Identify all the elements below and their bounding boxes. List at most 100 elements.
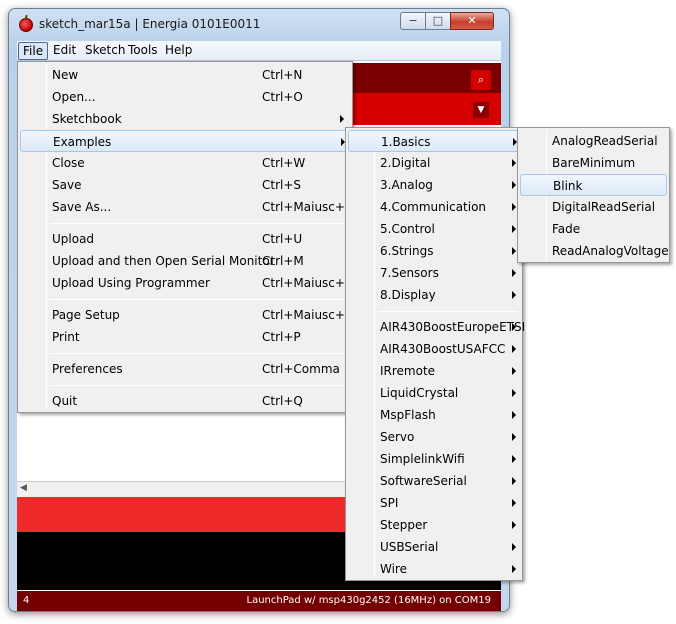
- menu-item-air430-usafcc[interactable]: AIR430BoostUSAFCC: [348, 338, 520, 360]
- menu-item-label: 3.Analog: [380, 178, 433, 192]
- menu-item-bareminimum[interactable]: BareMinimum: [520, 152, 667, 174]
- menu-item-communication[interactable]: 4.Communication: [348, 196, 520, 218]
- menu-item-sensors[interactable]: 7.Sensors: [348, 262, 520, 284]
- menu-item-upload-programmer[interactable]: Upload Using Programmer Ctrl+Maiusc+U: [20, 272, 354, 294]
- menu-separator: [50, 223, 350, 224]
- menu-sketch[interactable]: Sketch: [81, 42, 129, 60]
- examples-submenu: 1.Basics 2.Digital 3.Analog 4.Communicat…: [345, 127, 525, 581]
- submenu-arrow-icon: [340, 115, 344, 123]
- menu-item-strings[interactable]: 6.Strings: [348, 240, 520, 262]
- menu-item-control[interactable]: 5.Control: [348, 218, 520, 240]
- submenu-arrow-icon: [512, 159, 516, 167]
- menu-item-fade[interactable]: Fade: [520, 218, 667, 240]
- menu-item-shortcut: Ctrl+Q: [262, 394, 303, 408]
- menu-item-save[interactable]: Save Ctrl+S: [20, 174, 350, 196]
- menu-item-label: AnalogReadSerial: [552, 134, 658, 148]
- menu-item-blink[interactable]: Blink: [520, 174, 667, 196]
- menu-item-sketchbook[interactable]: Sketchbook: [20, 108, 350, 130]
- menu-bar: File Edit Sketch Tools Help: [17, 41, 501, 61]
- menu-item-mspflash[interactable]: MspFlash: [348, 404, 520, 426]
- menu-item-display[interactable]: 8.Display: [348, 284, 520, 306]
- menu-item-label: MspFlash: [380, 408, 436, 422]
- menu-item-label: SoftwareSerial: [380, 474, 467, 488]
- submenu-arrow-icon: [512, 521, 516, 529]
- scroll-left-icon[interactable]: ◀: [20, 483, 27, 493]
- menu-item-label: 4.Communication: [380, 200, 487, 214]
- menu-item-stepper[interactable]: Stepper: [348, 514, 520, 536]
- submenu-arrow-icon: [512, 247, 516, 255]
- menu-item-save-as[interactable]: Save As... Ctrl+Maiusc+S: [20, 196, 353, 218]
- menu-item-air430-etsi[interactable]: AIR430BoostEuropeETSI: [348, 316, 525, 338]
- menu-item-basics[interactable]: 1.Basics: [348, 130, 520, 152]
- submenu-arrow-icon: [512, 411, 516, 419]
- menu-item-label: Blink: [553, 179, 583, 193]
- menu-item-page-setup[interactable]: Page Setup Ctrl+Maiusc+P: [20, 304, 353, 326]
- menu-item-new[interactable]: New Ctrl+N: [20, 64, 350, 86]
- menu-separator: [50, 353, 350, 354]
- submenu-arrow-icon: [512, 389, 516, 397]
- menu-item-open[interactable]: Open... Ctrl+O: [20, 86, 350, 108]
- submenu-arrow-icon: [512, 499, 516, 507]
- magnifier-icon[interactable]: ⌕: [471, 70, 491, 90]
- menu-separator: [50, 299, 350, 300]
- menu-file[interactable]: File: [18, 42, 49, 60]
- menu-item-label: Examples: [53, 135, 112, 149]
- close-button[interactable]: ✕: [450, 12, 494, 30]
- menu-item-label: SimplelinkWifi: [380, 452, 465, 466]
- menu-item-liquidcrystal[interactable]: LiquidCrystal: [348, 382, 520, 404]
- menu-item-examples[interactable]: Examples: [20, 130, 350, 152]
- menu-item-quit[interactable]: Quit Ctrl+Q: [20, 390, 350, 412]
- menu-item-label: 8.Display: [380, 288, 436, 302]
- menu-item-label: Print: [52, 330, 80, 344]
- menu-item-label: DigitalReadSerial: [552, 200, 656, 214]
- menu-item-label: Sketchbook: [52, 112, 122, 126]
- window-title: sketch_mar15a | Energia 0101E0011: [39, 17, 261, 31]
- menu-item-digitalreadserial[interactable]: DigitalReadSerial: [520, 196, 667, 218]
- menu-item-close[interactable]: Close Ctrl+W: [20, 152, 350, 174]
- menu-item-irremote[interactable]: IRremote: [348, 360, 520, 382]
- menu-edit[interactable]: Edit: [49, 42, 80, 60]
- menu-item-print[interactable]: Print Ctrl+P: [20, 326, 350, 348]
- menu-item-softwareserial[interactable]: SoftwareSerial: [348, 470, 520, 492]
- submenu-arrow-icon: [512, 433, 516, 441]
- submenu-arrow-icon: [512, 565, 516, 573]
- menu-item-upload[interactable]: Upload Ctrl+U: [20, 228, 350, 250]
- menu-item-usbserial[interactable]: USBSerial: [348, 536, 520, 558]
- menu-item-label: SPI: [380, 496, 399, 510]
- minimize-button[interactable]: −: [400, 12, 426, 30]
- menu-item-label: BareMinimum: [552, 156, 636, 170]
- file-menu: New Ctrl+N Open... Ctrl+O Sketchbook Exa…: [17, 61, 354, 413]
- menu-item-shortcut: Ctrl+N: [262, 68, 303, 82]
- menu-item-simplelinkwifi[interactable]: SimplelinkWifi: [348, 448, 520, 470]
- status-bar: 4 LaunchPad w/ msp430g2452 (16MHz) on CO…: [17, 591, 501, 611]
- menu-item-label: Stepper: [380, 518, 428, 532]
- menu-item-readanalogvoltage[interactable]: ReadAnalogVoltage: [520, 240, 669, 262]
- title-bar[interactable]: sketch_mar15a | Energia 0101E0011 − □ ✕: [9, 9, 509, 41]
- menu-item-servo[interactable]: Servo: [348, 426, 520, 448]
- menu-item-label: Open...: [52, 90, 96, 104]
- menu-item-wire[interactable]: Wire: [348, 558, 520, 580]
- menu-item-shortcut: Ctrl+Maiusc+S: [262, 200, 353, 214]
- submenu-arrow-icon: [512, 269, 516, 277]
- triangle-down-icon[interactable]: ▼: [473, 102, 489, 118]
- menu-item-analogreadserial[interactable]: AnalogReadSerial: [520, 130, 667, 152]
- menu-item-label: Upload and then Open Serial Monitor: [52, 254, 275, 268]
- menu-item-label: Wire: [380, 562, 407, 576]
- line-number: 4: [23, 595, 30, 606]
- menu-item-analog[interactable]: 3.Analog: [348, 174, 520, 196]
- menu-help[interactable]: Help: [161, 42, 196, 60]
- submenu-arrow-icon: [512, 181, 516, 189]
- maximize-button[interactable]: □: [425, 12, 451, 30]
- menu-item-shortcut: Ctrl+Maiusc+P: [262, 308, 353, 322]
- submenu-arrow-icon: [512, 367, 516, 375]
- menu-item-label: AIR430BoostUSAFCC: [380, 342, 506, 356]
- menu-item-preferences[interactable]: Preferences Ctrl+Comma: [20, 358, 350, 380]
- menu-item-digital[interactable]: 2.Digital: [348, 152, 520, 174]
- menu-item-spi[interactable]: SPI: [348, 492, 520, 514]
- menu-item-label: Close: [52, 156, 85, 170]
- menu-item-label: USBSerial: [380, 540, 439, 554]
- menu-item-upload-serial[interactable]: Upload and then Open Serial Monitor Ctrl…: [20, 250, 350, 272]
- submenu-arrow-icon: [512, 477, 516, 485]
- menu-item-label: Save: [52, 178, 82, 192]
- menu-tools[interactable]: Tools: [124, 42, 162, 60]
